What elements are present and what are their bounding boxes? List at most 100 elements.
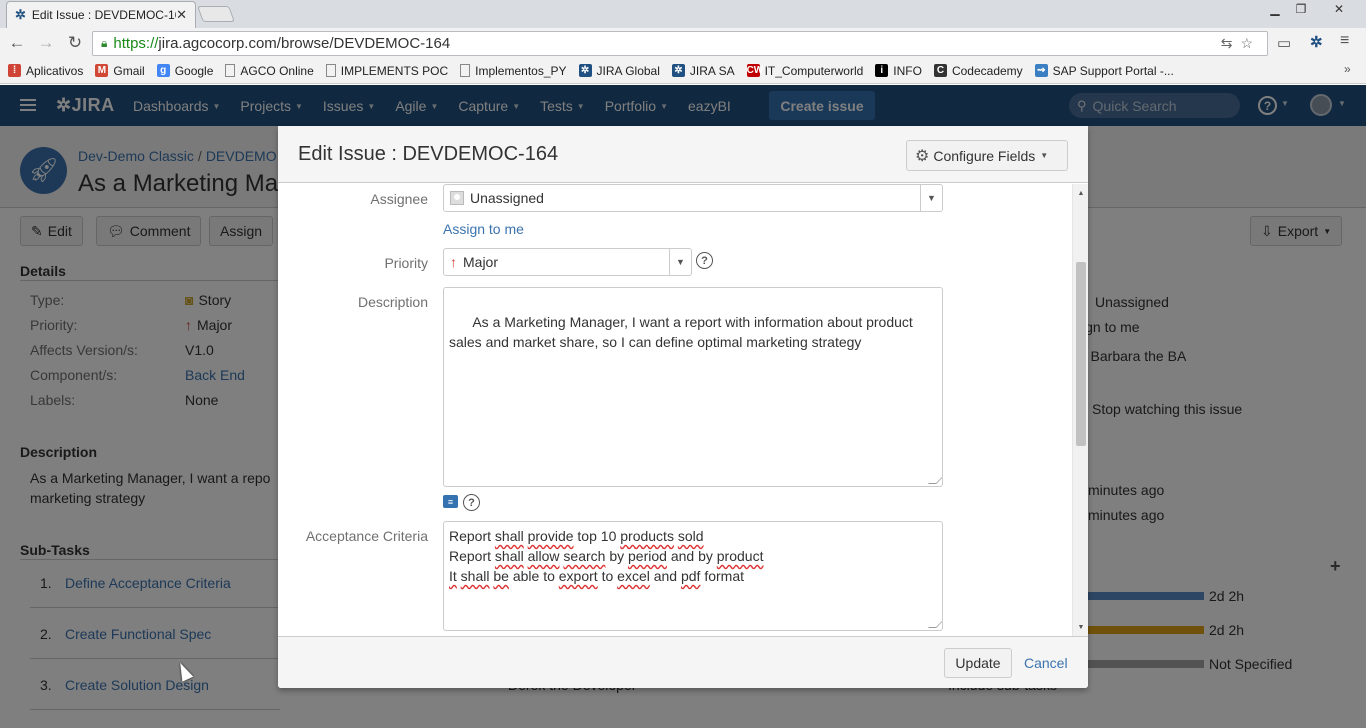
address-bar[interactable]: 🔒︎ https:// jira.agcocorp.com/browse/DEV… <box>92 31 1268 56</box>
minimize-window-icon[interactable]: ▁ <box>1262 0 1288 18</box>
bookmark-label: INFO <box>893 63 922 78</box>
reload-icon[interactable]: ↻ <box>64 32 86 54</box>
bookmark-item[interactable]: ⇝ SAP Support Portal -... <box>1034 63 1174 78</box>
bookmarks-bar: ⁞ Aplicativos M Gmail g Google AGCO Online IMPL… <box>0 58 1366 84</box>
acceptance-line-3: It shall be able to export to excel and … <box>449 566 937 586</box>
bookmark-label: JIRA Global <box>596 63 660 78</box>
resize-handle-icon[interactable] <box>928 620 942 628</box>
more-bookmarks-icon[interactable]: » <box>1344 62 1351 76</box>
priority-label: Priority <box>384 255 428 271</box>
bookmark-item[interactable]: ✲ JIRA SA <box>671 63 735 78</box>
bookmark-label: Google <box>174 63 214 78</box>
sap-icon: ⇝ <box>1034 64 1048 77</box>
info-icon: i <box>875 64 889 77</box>
translate-icon[interactable]: ⇆ <box>1221 35 1233 52</box>
url-text: jira.agcocorp.com/browse/DEVDEMOC-164 <box>158 35 451 52</box>
chrome-menu-icon[interactable]: ≡ <box>1340 32 1349 50</box>
dialog-footer: Update Cancel <box>278 636 1088 688</box>
bookmark-label: Gmail <box>113 63 145 78</box>
close-window-icon[interactable]: ✕ <box>1326 0 1352 18</box>
jira-favicon-icon: ✲ <box>15 7 26 22</box>
text-mode-icon[interactable]: ≡ <box>443 495 458 508</box>
bookmark-label: Aplicativos <box>26 63 84 78</box>
edit-issue-dialog: Edit Issue : DEVDEMOC-164 ⚙ Configure Fi… <box>278 126 1088 688</box>
bookmark-item[interactable]: AGCO Online <box>225 63 314 78</box>
bookmark-label: JIRA SA <box>689 63 735 78</box>
bookmark-item[interactable]: ✲ JIRA Global <box>578 63 660 78</box>
scroll-up-icon[interactable]: ▲ <box>1073 186 1088 200</box>
bookmark-item[interactable]: IMPLEMENTS POC <box>325 63 449 78</box>
apps-grid-icon: ⁞ <box>8 64 21 77</box>
jira-extension-icon[interactable]: ✲ <box>1310 33 1323 51</box>
bookmark-item[interactable]: ⁞ Aplicativos <box>8 64 83 78</box>
tab-title: Edit Issue : DEVDEMOC-16 <box>31 8 177 22</box>
page-icon <box>460 64 471 77</box>
gear-icon: ⚙ <box>915 147 930 165</box>
dialog-scrollbar[interactable]: ▲ ▼ <box>1072 184 1088 636</box>
bookmark-label: IMPLEMENTS POC <box>340 63 449 78</box>
lock-icon: 🔒︎ <box>101 36 108 50</box>
acceptance-line-1-text: Report shall provide top 10 products sol… <box>449 528 704 544</box>
acceptance-line-2: Report shall allow search by period and … <box>449 546 937 566</box>
page-icon <box>225 64 236 77</box>
bookmark-label: IT_Computerworld <box>764 63 864 78</box>
priority-value: Major <box>463 254 499 270</box>
resize-handle-icon[interactable] <box>928 476 942 484</box>
priority-major-icon: ↑ <box>450 254 457 270</box>
bookmark-label: Codecademy <box>951 63 1023 78</box>
bookmark-label: SAP Support Portal -... <box>1052 63 1174 78</box>
acceptance-criteria-textarea[interactable]: Report shall provide top 10 products sol… <box>443 521 943 631</box>
bookmark-item[interactable]: C Codecademy <box>933 63 1023 78</box>
restore-window-icon[interactable]: ❐ <box>1288 0 1314 18</box>
acceptance-line-3-text: It shall be able to export to excel and … <box>449 568 745 584</box>
description-textarea[interactable]: As a Marketing Manager, I want a report … <box>443 287 943 487</box>
dialog-body: Assignee Unassigned ▼ Assign to me Prior… <box>278 184 1088 636</box>
assignee-select[interactable]: Unassigned ▼ <box>443 184 943 212</box>
url-scheme: https:// <box>113 35 159 52</box>
scroll-thumb[interactable] <box>1076 262 1086 446</box>
page-icon <box>325 64 336 77</box>
dialog-header: Edit Issue : DEVDEMOC-164 ⚙ Configure Fi… <box>278 126 1088 183</box>
codecademy-icon: C <box>933 64 947 77</box>
acceptance-line-2-text: Report shall allow search by period and … <box>449 548 764 564</box>
jira-icon: ✲ <box>578 64 592 77</box>
user-icon <box>450 191 464 205</box>
browser-tab-strip: ✲ Edit Issue : DEVDEMOC-16 ✕ ▁ ❐ ✕ <box>0 0 1366 28</box>
priority-dropdown-icon[interactable]: ▼ <box>669 249 691 275</box>
cast-icon[interactable]: ▭ <box>1277 34 1291 52</box>
acceptance-line-1: Report shall provide top 10 products sol… <box>449 526 937 546</box>
configure-fields-button[interactable]: ⚙ Configure Fields ▼ <box>906 140 1068 171</box>
bookmark-item[interactable]: g Google <box>156 63 214 78</box>
bookmark-item[interactable]: M Gmail <box>95 63 145 78</box>
wiki-help-icon[interactable]: ? <box>463 494 480 511</box>
bookmark-item[interactable]: CW IT_Computerworld <box>746 63 864 78</box>
cw-icon: CW <box>746 64 764 77</box>
cancel-link[interactable]: Cancel <box>1024 655 1068 671</box>
priority-select[interactable]: ↑ Major ▼ <box>443 248 692 276</box>
gmail-icon: M <box>95 64 109 77</box>
assignee-label: Assignee <box>370 191 428 207</box>
scroll-down-icon[interactable]: ▼ <box>1073 620 1088 634</box>
assign-to-me-dialog-link[interactable]: Assign to me <box>443 221 524 237</box>
description-label: Description <box>357 294 428 310</box>
assignee-value: Unassigned <box>470 190 544 206</box>
bookmark-item[interactable]: Implementos_PY <box>460 63 567 78</box>
close-tab-icon[interactable]: ✕ <box>176 7 187 23</box>
chevron-down-icon: ▼ <box>1040 151 1049 160</box>
bookmark-label: AGCO Online <box>240 63 314 78</box>
bookmark-star-icon[interactable]: ☆ <box>1240 35 1253 52</box>
forward-icon[interactable]: → <box>35 32 57 54</box>
configure-fields-label: Configure Fields <box>933 147 1036 164</box>
description-text: As a Marketing Manager, I want a report … <box>449 314 913 350</box>
browser-tab[interactable]: ✲ Edit Issue : DEVDEMOC-16 ✕ <box>6 1 196 28</box>
bookmark-item[interactable]: i INFO <box>875 64 922 78</box>
back-icon[interactable]: ← <box>6 32 28 54</box>
jira-icon: ✲ <box>671 64 685 77</box>
priority-help-icon[interactable]: ? <box>696 252 713 269</box>
google-icon: g <box>156 64 170 77</box>
new-tab-button[interactable] <box>197 6 235 22</box>
dialog-title: Edit Issue : DEVDEMOC-164 <box>298 143 559 165</box>
update-button[interactable]: Update <box>944 648 1012 678</box>
bookmark-label: Implementos_PY <box>475 63 567 78</box>
assignee-dropdown-icon[interactable]: ▼ <box>920 185 942 211</box>
